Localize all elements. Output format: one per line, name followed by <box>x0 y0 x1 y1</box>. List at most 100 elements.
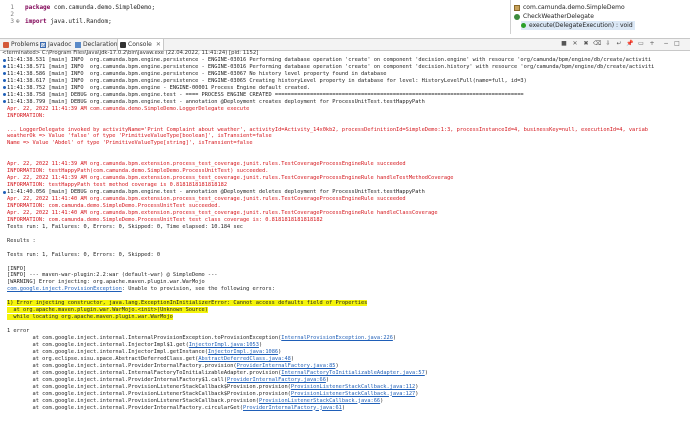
console-line: com.google.inject.ProvisionException: Un… <box>7 286 275 292</box>
console-line: at org.apache.maven.plugin.war.WarMojo.<… <box>7 307 208 314</box>
console-line: at com.google.inject.internal.InternalPr… <box>7 335 397 341</box>
console-line: Apr. 22, 2022 11:41:40 AM org.camunda.bp… <box>7 210 438 216</box>
code-editor[interactable]: 1 2 3 ⊕ package com.camunda.demo.SimpleD… <box>0 0 510 34</box>
console-text: ) <box>424 369 428 376</box>
remove-launch-icon[interactable]: ✕ <box>571 40 579 48</box>
stop-icon[interactable]: ■ <box>560 40 568 48</box>
console-line: ... LoggerDelegate invoked by activityNa… <box>7 127 648 133</box>
word-wrap-icon[interactable]: ↵ <box>615 40 623 48</box>
pin-icon[interactable]: 📌 <box>626 40 634 48</box>
stacktrace-link[interactable]: ProvisionListenerStackCallback.java:127 <box>291 391 415 397</box>
console-line: Results : <box>7 238 36 244</box>
outline-item-package[interactable]: com.camunda.demo.SimpleDemo <box>514 3 625 12</box>
console-text: INFORMATION: <box>7 112 46 119</box>
javadoc-icon: @ <box>40 41 46 48</box>
console-text: [WARNING] Error injecting: org.apache.ma… <box>7 279 205 286</box>
console-text: at com.google.inject.internal.ProvisionL… <box>7 390 291 397</box>
outline-label: com.camunda.demo.SimpleDemo <box>523 4 625 11</box>
outline-label: CheckWeatherDelegate <box>523 13 594 20</box>
console-launch-info: <terminated> C:\Program Files\Java\jdk-1… <box>2 50 259 56</box>
console-text: 11:41:38.531 [main] INFO org.camunda.bpm… <box>7 57 652 63</box>
console-text: INFORMATION: testHappyPath test method c… <box>7 182 228 189</box>
console-text: ) <box>290 355 295 362</box>
stacktrace-link[interactable]: InternalFactoryToInitializableAdapter.ja… <box>281 370 425 376</box>
console-text: Tests run: 1, Failures: 0, Errors: 0, Sk… <box>7 223 243 230</box>
console-text: : Unable to provision, see the following… <box>121 286 275 293</box>
console-text: Apr. 22, 2022 11:41:40 AM org.camunda.bp… <box>7 196 406 202</box>
console-line: 11:41:38.752 [main] INFO org.camunda.bpm… <box>7 85 310 91</box>
console-line: INFORMATION: com.camunda.demo.SimpleDemo… <box>7 217 323 223</box>
outline-item-class[interactable]: CheckWeatherDelegate <box>514 12 594 21</box>
console-text: at org.apache.maven.plugin.war.WarMojo.<… <box>7 307 208 314</box>
method-icon <box>521 23 526 28</box>
console-text: [INFO] --- maven-war-plugin:2.2:war (def… <box>7 272 218 279</box>
stacktrace-link[interactable]: ProviderInternalFactory.java:85 <box>237 363 336 369</box>
tab-label: Declaration <box>83 41 118 48</box>
close-icon[interactable]: ✕ <box>156 41 161 48</box>
console-text: at com.google.inject.internal.ProvisionL… <box>7 397 259 404</box>
stacktrace-link[interactable]: ProviderInternalFactory.java:61 <box>243 405 342 411</box>
log-marker-icon <box>3 100 6 104</box>
code-line: import java.util.Random; <box>25 18 112 25</box>
fold-icon[interactable]: ⊕ <box>16 18 20 25</box>
stacktrace-link[interactable]: com.google.inject.ProvisionException <box>7 286 122 292</box>
clear-console-icon[interactable]: ⌫ <box>593 40 601 48</box>
console-text: 11:41:38.758 [main] DEBUG org.camunda.bp… <box>7 91 524 98</box>
log-marker-icon <box>3 190 6 194</box>
log-marker-icon <box>3 65 6 69</box>
console-text: 11:41:38.799 [main] DEBUG org.camunda.bp… <box>7 98 425 105</box>
console-line: weatherOk => Value 'false' of type 'Prim… <box>7 133 272 139</box>
console-text: ) <box>392 335 397 341</box>
console-line: [WARNING] Error injecting: org.apache.ma… <box>7 279 205 285</box>
keyword: package <box>25 4 51 11</box>
stacktrace-link[interactable]: ProvisionListenerStackCallback.java:66 <box>259 398 380 404</box>
stacktrace-link[interactable]: ProviderInternalFactory.java:66 <box>227 377 326 383</box>
stacktrace-link[interactable]: InjectorImpl.java:1053 <box>189 342 259 348</box>
console-text: Name => Value 'Abdel' of type 'Primitive… <box>7 140 253 147</box>
console-text: at org.eclipse.sisu.space.AbstractDeferr… <box>7 355 199 362</box>
console-line: Tests run: 1, Failures: 0, Errors: 0, Sk… <box>7 224 243 230</box>
keyword: import <box>25 18 47 25</box>
scroll-lock-icon[interactable]: ⇩ <box>604 40 612 48</box>
console-text: Apr. 22, 2022 11:41:39 AM org.camunda.bp… <box>7 175 454 182</box>
console-output[interactable]: 11:41:38.531 [main] INFO org.camunda.bpm… <box>0 57 690 442</box>
tab-javadoc[interactable]: @ Javadoc <box>40 39 71 50</box>
console-line: 11:41:38.799 [main] DEBUG org.camunda.bp… <box>7 99 425 105</box>
console-text: 1) Error injecting constructor, java.lan… <box>7 300 368 307</box>
console-line: INFORMATION: <box>7 113 45 119</box>
tab-problems[interactable]: Problems <box>3 39 39 50</box>
console-text: INFORMATION: com.camunda.demo.SimpleDemo… <box>7 216 323 223</box>
remove-all-icon[interactable]: ✖ <box>582 40 590 48</box>
console-line: while locating org.apache.maven.plugin.w… <box>7 314 173 321</box>
tab-label: Console <box>128 41 152 48</box>
line-number: 3 <box>10 18 14 25</box>
console-text: ) <box>278 348 282 355</box>
console-text: weatherOk => Value 'false' of type 'Prim… <box>7 133 272 140</box>
line-number: 2 <box>10 11 14 18</box>
stacktrace-link[interactable]: InjectorImpl.java:1086 <box>208 349 278 355</box>
log-marker-icon <box>3 79 6 83</box>
console-line: Apr. 22, 2022 11:41:40 AM org.camunda.bp… <box>7 196 406 202</box>
outline-label: execute(DelegateExecution) : void <box>529 22 633 29</box>
tab-declaration[interactable]: Declaration <box>75 39 118 50</box>
console-line: at com.google.inject.internal.ProviderIn… <box>7 363 339 369</box>
console-line: at com.google.inject.internal.InjectorIm… <box>7 342 263 348</box>
open-console-icon[interactable]: + <box>648 40 656 48</box>
code-text: com.camunda.demo.SimpleDemo; <box>50 4 156 11</box>
stacktrace-link[interactable]: ProvisionListenerStackCallback.java:112 <box>291 384 415 390</box>
outline-item-method[interactable]: execute(DelegateExecution) : void <box>521 21 635 30</box>
maximize-icon[interactable]: □ <box>673 40 681 48</box>
console-line: at com.google.inject.internal.ProviderIn… <box>7 405 346 411</box>
console-line: 11:41:38.617 [main] INFO org.camunda.bpm… <box>7 78 527 84</box>
console-line: INFORMATION: testHappyPath test method c… <box>7 182 227 188</box>
stacktrace-link[interactable]: AbstractDeferredClass.java:48 <box>198 356 290 362</box>
tab-console[interactable]: Console ✕ <box>117 39 164 50</box>
console-text: at com.google.inject.internal.ProvisionL… <box>7 383 291 390</box>
display-console-icon[interactable]: ▭ <box>637 40 645 48</box>
minimize-icon[interactable]: − <box>662 40 670 48</box>
console-text: at com.google.inject.internal.InternalPr… <box>7 335 282 341</box>
package-icon <box>514 4 520 11</box>
stacktrace-link[interactable]: InternalProvisionException.java:226 <box>281 335 393 341</box>
line-number: 1 <box>10 4 14 11</box>
tab-label: Problems <box>11 41 39 48</box>
